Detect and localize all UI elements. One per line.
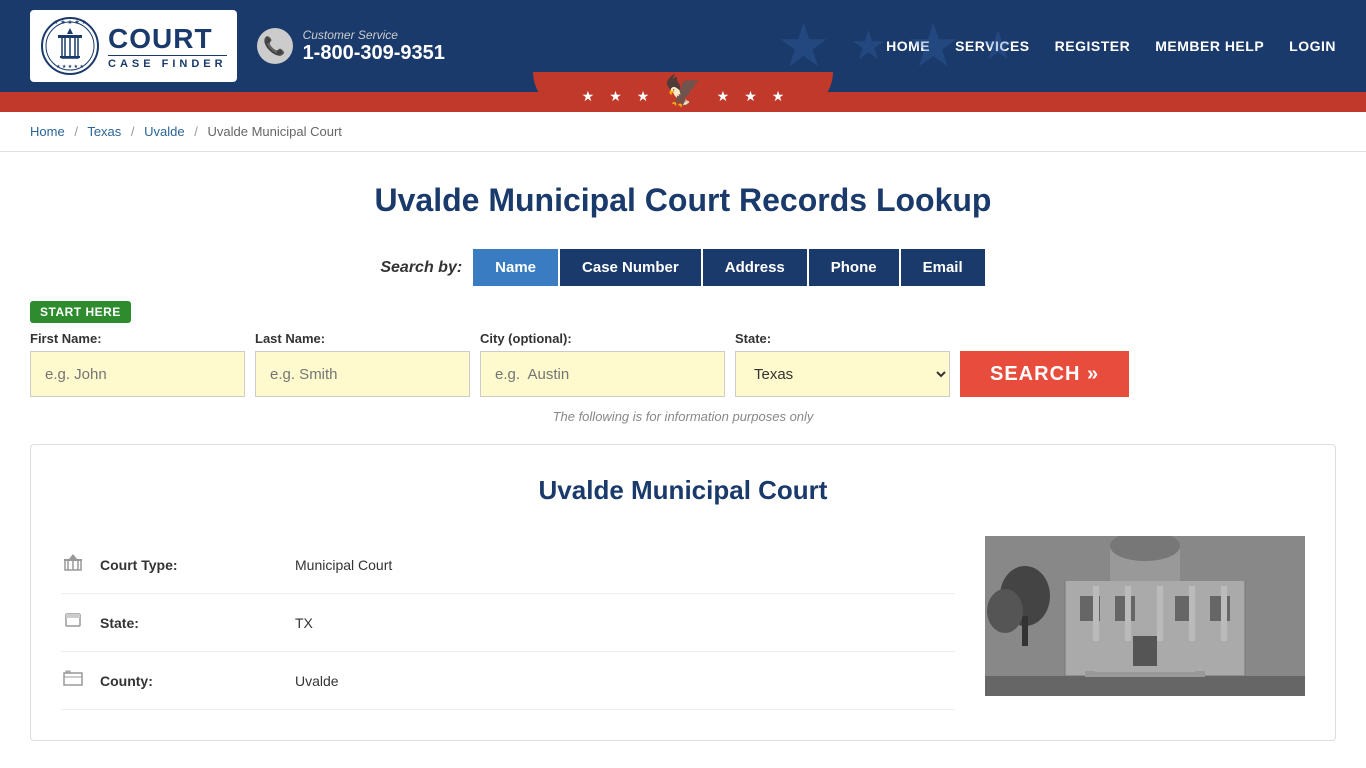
breadcrumb-sep-1: / bbox=[74, 124, 78, 139]
tab-email[interactable]: Email bbox=[901, 249, 985, 286]
info-disclaimer: The following is for information purpose… bbox=[30, 409, 1336, 424]
star-right-1: ★ bbox=[717, 88, 730, 105]
court-type-val: Municipal Court bbox=[295, 557, 392, 573]
state-label: State: bbox=[735, 331, 950, 346]
court-info-layout: Court Type: Municipal Court State: TX bbox=[61, 536, 1305, 710]
breadcrumb-home[interactable]: Home bbox=[30, 124, 65, 139]
tab-phone[interactable]: Phone bbox=[809, 249, 899, 286]
city-label: City (optional): bbox=[480, 331, 725, 346]
star-right-2: ★ bbox=[744, 88, 757, 105]
logo-emblem: ★ ★ ★ ★ ★ ★ ★ ★ ★ ★ bbox=[40, 16, 100, 76]
nav-register[interactable]: REGISTER bbox=[1055, 38, 1131, 54]
state-field: State: Texas Alabama Alaska Arizona Arka… bbox=[735, 331, 950, 397]
start-here-badge: START HERE bbox=[30, 301, 131, 323]
eagle-container: ★ ★ ★ 🦅 ★ ★ ★ bbox=[582, 74, 785, 109]
star-left-2: ★ bbox=[609, 88, 622, 105]
svg-text:★ ★ ★ ★ ★: ★ ★ ★ ★ ★ bbox=[53, 19, 87, 26]
state-row: State: TX bbox=[61, 594, 955, 652]
tab-address[interactable]: Address bbox=[703, 249, 807, 286]
nav-member-help[interactable]: MEMBER HELP bbox=[1155, 38, 1264, 54]
cs-phone: 1-800-309-9351 bbox=[303, 42, 445, 65]
header-left: ★ ★ ★ ★ ★ ★ ★ ★ ★ ★ COURT CASE FINDER 📞 … bbox=[30, 10, 445, 82]
svg-text:★ ★ ★ ★ ★: ★ ★ ★ ★ ★ bbox=[56, 64, 84, 70]
logo-case-finder-label: CASE FINDER bbox=[108, 55, 227, 70]
star-left-3: ★ bbox=[637, 88, 650, 105]
search-by-row: Search by: Name Case Number Address Phon… bbox=[30, 249, 1336, 286]
eagle-stars-row: ★ ★ ★ 🦅 ★ ★ ★ bbox=[582, 79, 785, 114]
logo-court-label: COURT bbox=[108, 23, 213, 55]
star-left-1: ★ bbox=[582, 88, 595, 105]
page-title: Uvalde Municipal Court Records Lookup bbox=[30, 182, 1336, 219]
red-banner: ★ ★ ★ 🦅 ★ ★ ★ bbox=[0, 92, 1366, 112]
breadcrumb-sep-2: / bbox=[131, 124, 135, 139]
cs-label: Customer Service bbox=[303, 28, 445, 42]
search-form-container: START HERE First Name: Last Name: City (… bbox=[30, 301, 1336, 397]
tab-case-number[interactable]: Case Number bbox=[560, 249, 701, 286]
breadcrumb: Home / Texas / Uvalde / Uvalde Municipal… bbox=[0, 112, 1366, 152]
court-card-title: Uvalde Municipal Court bbox=[61, 475, 1305, 506]
eagle-symbol: 🦅 bbox=[664, 74, 701, 109]
county-icon bbox=[61, 668, 85, 693]
search-form-row: First Name: Last Name: City (optional): … bbox=[30, 331, 1336, 397]
first-name-field: First Name: bbox=[30, 331, 245, 397]
court-type-icon bbox=[61, 552, 85, 577]
state-key: State: bbox=[100, 615, 280, 631]
state-val: TX bbox=[295, 615, 313, 631]
first-name-label: First Name: bbox=[30, 331, 245, 346]
state-select[interactable]: Texas Alabama Alaska Arizona Arkansas Ca… bbox=[735, 351, 950, 397]
court-building-svg bbox=[985, 536, 1305, 696]
county-val: Uvalde bbox=[295, 673, 339, 689]
star-right-3: ★ bbox=[772, 88, 785, 105]
state-icon bbox=[61, 610, 85, 635]
breadcrumb-court: Uvalde Municipal Court bbox=[208, 124, 342, 139]
cs-text: Customer Service 1-800-309-9351 bbox=[303, 28, 445, 65]
search-by-label: Search by: bbox=[380, 259, 462, 277]
last-name-label: Last Name: bbox=[255, 331, 470, 346]
city-input[interactable] bbox=[480, 351, 725, 397]
last-name-field: Last Name: bbox=[255, 331, 470, 397]
court-type-row: Court Type: Municipal Court bbox=[61, 536, 955, 594]
breadcrumb-state[interactable]: Texas bbox=[87, 124, 121, 139]
tab-name[interactable]: Name bbox=[473, 249, 558, 286]
search-button[interactable]: SEARCH » bbox=[960, 351, 1129, 397]
logo-text: COURT CASE FINDER bbox=[108, 23, 227, 70]
court-image bbox=[985, 536, 1305, 696]
court-card: Uvalde Municipal Court bbox=[30, 444, 1336, 741]
breadcrumb-city[interactable]: Uvalde bbox=[144, 124, 184, 139]
breadcrumb-sep-3: / bbox=[194, 124, 198, 139]
last-name-input[interactable] bbox=[255, 351, 470, 397]
court-info-table: Court Type: Municipal Court State: TX bbox=[61, 536, 955, 710]
first-name-input[interactable] bbox=[30, 351, 245, 397]
county-key: County: bbox=[100, 673, 280, 689]
county-row: County: Uvalde bbox=[61, 652, 955, 710]
nav-login[interactable]: LOGIN bbox=[1289, 38, 1336, 54]
main-content: Uvalde Municipal Court Records Lookup Se… bbox=[0, 152, 1366, 761]
customer-service: 📞 Customer Service 1-800-309-9351 bbox=[257, 28, 445, 65]
phone-icon: 📞 bbox=[257, 28, 293, 64]
logo[interactable]: ★ ★ ★ ★ ★ ★ ★ ★ ★ ★ COURT CASE FINDER bbox=[30, 10, 237, 82]
court-type-key: Court Type: bbox=[100, 557, 280, 573]
city-field: City (optional): bbox=[480, 331, 725, 397]
